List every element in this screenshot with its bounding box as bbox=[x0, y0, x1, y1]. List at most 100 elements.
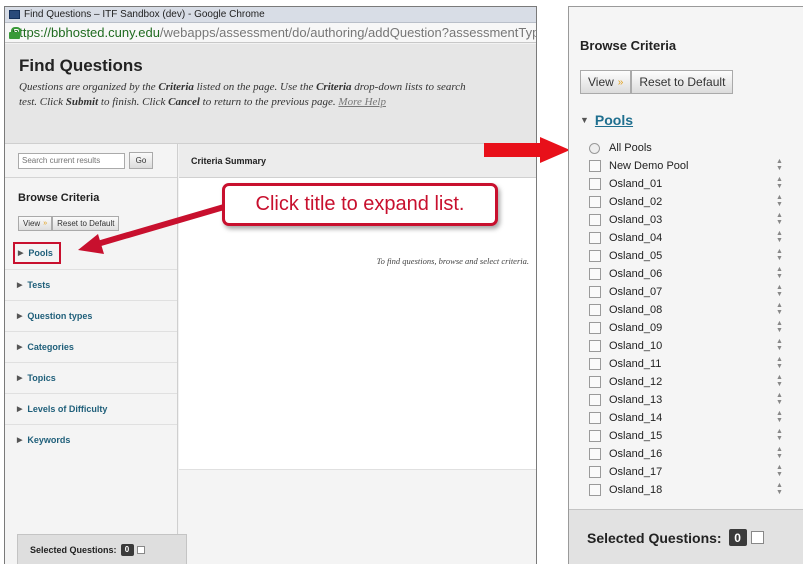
sort-arrows-icon[interactable]: ▲ ▼ bbox=[776, 284, 783, 298]
expand-box-icon[interactable] bbox=[136, 545, 145, 554]
expand-triangle-icon: ▶ bbox=[17, 375, 23, 382]
criteria-keywords[interactable]: ▶ Keywords bbox=[5, 424, 177, 455]
url-path: /webapps/assessment/do/authoring/addQues… bbox=[159, 25, 536, 40]
view-button[interactable]: View» bbox=[18, 216, 53, 231]
go-button[interactable]: Go bbox=[129, 152, 153, 169]
pool-item[interactable]: Osland_18 ▲ ▼ bbox=[589, 481, 803, 499]
checkbox[interactable] bbox=[589, 250, 601, 262]
pools-list: All Pools New Demo Pool ▲ ▼ Osland_01 ▲ ▼ Os… bbox=[589, 139, 803, 499]
checkbox[interactable] bbox=[589, 322, 601, 334]
sort-arrows-icon[interactable]: ▲ ▼ bbox=[776, 194, 783, 208]
sort-arrows-icon[interactable]: ▲ ▼ bbox=[776, 428, 783, 442]
sort-arrows-icon[interactable]: ▲ ▼ bbox=[776, 176, 783, 190]
browse-criteria-heading: Browse Criteria bbox=[580, 38, 677, 53]
reset-button[interactable]: Reset to Default bbox=[52, 216, 120, 231]
criteria-levels-of-difficulty[interactable]: ▶ Levels of Difficulty bbox=[5, 393, 177, 424]
checkbox[interactable] bbox=[589, 304, 601, 316]
sort-arrows-icon[interactable]: ▲ ▼ bbox=[776, 374, 783, 388]
checkbox[interactable] bbox=[589, 376, 601, 388]
pool-item[interactable]: Osland_12 ▲ ▼ bbox=[589, 373, 803, 391]
sort-arrows-icon[interactable]: ▲ ▼ bbox=[776, 356, 783, 370]
checkbox[interactable] bbox=[589, 196, 601, 208]
checkbox[interactable] bbox=[589, 340, 601, 352]
summary-panel-footer bbox=[179, 469, 536, 564]
criteria-question-types[interactable]: ▶ Question types bbox=[5, 300, 177, 331]
pool-item[interactable]: Osland_10 ▲ ▼ bbox=[589, 337, 803, 355]
pool-item[interactable]: Osland_04 ▲ ▼ bbox=[589, 229, 803, 247]
expand-triangle-icon: ▶ bbox=[17, 344, 23, 351]
checkbox[interactable] bbox=[589, 160, 601, 172]
criteria-tests[interactable]: ▶ Tests bbox=[5, 269, 177, 300]
sort-arrows-icon[interactable]: ▲ ▼ bbox=[776, 320, 783, 334]
pool-item[interactable]: Osland_08 ▲ ▼ bbox=[589, 301, 803, 319]
pools-toggle[interactable]: ▼ Pools bbox=[580, 112, 633, 128]
sort-arrows-icon[interactable]: ▲ ▼ bbox=[776, 266, 783, 280]
criteria-list: ▶ Pools ▶ Tests ▶ Question types ▶ Categorie… bbox=[5, 242, 177, 455]
pool-item[interactable]: Osland_06 ▲ ▼ bbox=[589, 265, 803, 283]
instruction-callout: Click title to expand list. bbox=[222, 183, 498, 226]
sort-arrows-icon[interactable]: ▲ ▼ bbox=[776, 248, 783, 262]
criteria-buttons: View» Reset to Default bbox=[580, 70, 734, 94]
criteria-categories[interactable]: ▶ Categories bbox=[5, 331, 177, 362]
browse-criteria-panel-zoom: Browse Criteria View» Reset to Default ▼… bbox=[568, 6, 803, 564]
selected-questions-bar[interactable]: Selected Questions: 0 bbox=[569, 509, 803, 564]
sort-arrows-icon[interactable]: ▲ ▼ bbox=[776, 158, 783, 172]
all-pools-option[interactable]: All Pools bbox=[589, 139, 803, 157]
pool-item[interactable]: Osland_14 ▲ ▼ bbox=[589, 409, 803, 427]
pool-item[interactable]: Osland_17 ▲ ▼ bbox=[589, 463, 803, 481]
selected-questions-label: Selected Questions: bbox=[587, 529, 722, 546]
pool-item[interactable]: Osland_02 ▲ ▼ bbox=[589, 193, 803, 211]
address-bar[interactable]: https://bbhosted.cuny.edu/webapps/assess… bbox=[5, 23, 536, 43]
checkbox[interactable] bbox=[589, 394, 601, 406]
criteria-topics[interactable]: ▶ Topics bbox=[5, 362, 177, 393]
criteria-buttons: View» Reset to Default bbox=[5, 204, 177, 231]
pool-item[interactable]: New Demo Pool ▲ ▼ bbox=[589, 157, 803, 175]
checkbox[interactable] bbox=[589, 448, 601, 460]
checkbox[interactable] bbox=[589, 412, 601, 424]
pool-item[interactable]: Osland_11 ▲ ▼ bbox=[589, 355, 803, 373]
browse-criteria-heading: Browse Criteria bbox=[18, 192, 100, 204]
checkbox[interactable] bbox=[589, 232, 601, 244]
sort-arrows-icon[interactable]: ▲ ▼ bbox=[776, 410, 783, 424]
sort-arrows-icon[interactable]: ▲ ▼ bbox=[776, 302, 783, 316]
pool-item[interactable]: Osland_07 ▲ ▼ bbox=[589, 283, 803, 301]
pools-label: Pools bbox=[594, 112, 634, 128]
checkbox[interactable] bbox=[589, 286, 601, 298]
sort-arrows-icon[interactable]: ▲ ▼ bbox=[776, 338, 783, 352]
pool-item[interactable]: Osland_15 ▲ ▼ bbox=[589, 427, 803, 445]
checkbox[interactable] bbox=[589, 466, 601, 478]
checkbox[interactable] bbox=[589, 484, 601, 496]
view-button[interactable]: View» bbox=[580, 70, 632, 94]
sort-arrows-icon[interactable]: ▲ ▼ bbox=[776, 230, 783, 244]
more-help-link[interactable]: More Help bbox=[338, 96, 386, 108]
radio-icon[interactable] bbox=[589, 142, 600, 154]
sort-arrows-icon[interactable]: ▲ ▼ bbox=[776, 212, 783, 226]
pool-item[interactable]: Osland_13 ▲ ▼ bbox=[589, 391, 803, 409]
arrow-right-icon bbox=[484, 137, 570, 163]
page-header: Find Questions Questions are organized b… bbox=[5, 44, 536, 144]
reset-button[interactable]: Reset to Default bbox=[631, 70, 734, 94]
search-input[interactable] bbox=[18, 152, 125, 169]
url-host: https://bbhosted.cuny.edu bbox=[12, 25, 160, 40]
selected-questions-bar[interactable]: Selected Questions: 0 bbox=[17, 534, 187, 564]
chevron-down-icon: » bbox=[43, 220, 48, 227]
pool-item[interactable]: Osland_05 ▲ ▼ bbox=[589, 247, 803, 265]
chevron-down-icon: » bbox=[617, 76, 624, 88]
checkbox[interactable] bbox=[589, 358, 601, 370]
pool-item[interactable]: Osland_01 ▲ ▼ bbox=[589, 175, 803, 193]
checkbox[interactable] bbox=[589, 430, 601, 442]
criteria-pools[interactable]: ▶ Pools bbox=[13, 242, 61, 264]
checkbox[interactable] bbox=[589, 178, 601, 190]
checkbox[interactable] bbox=[589, 268, 601, 280]
search-row: Go bbox=[5, 144, 177, 178]
sort-arrows-icon[interactable]: ▲ ▼ bbox=[776, 464, 783, 478]
window-title: Find Questions – ITF Sandbox (dev) - Goo… bbox=[24, 9, 265, 20]
sort-arrows-icon[interactable]: ▲ ▼ bbox=[776, 446, 783, 460]
sort-arrows-icon[interactable]: ▲ ▼ bbox=[776, 482, 783, 496]
expand-box-icon[interactable] bbox=[750, 531, 764, 544]
checkbox[interactable] bbox=[589, 214, 601, 226]
pool-item[interactable]: Osland_16 ▲ ▼ bbox=[589, 445, 803, 463]
pool-item[interactable]: Osland_03 ▲ ▼ bbox=[589, 211, 803, 229]
sort-arrows-icon[interactable]: ▲ ▼ bbox=[776, 392, 783, 406]
pool-item[interactable]: Osland_09 ▲ ▼ bbox=[589, 319, 803, 337]
